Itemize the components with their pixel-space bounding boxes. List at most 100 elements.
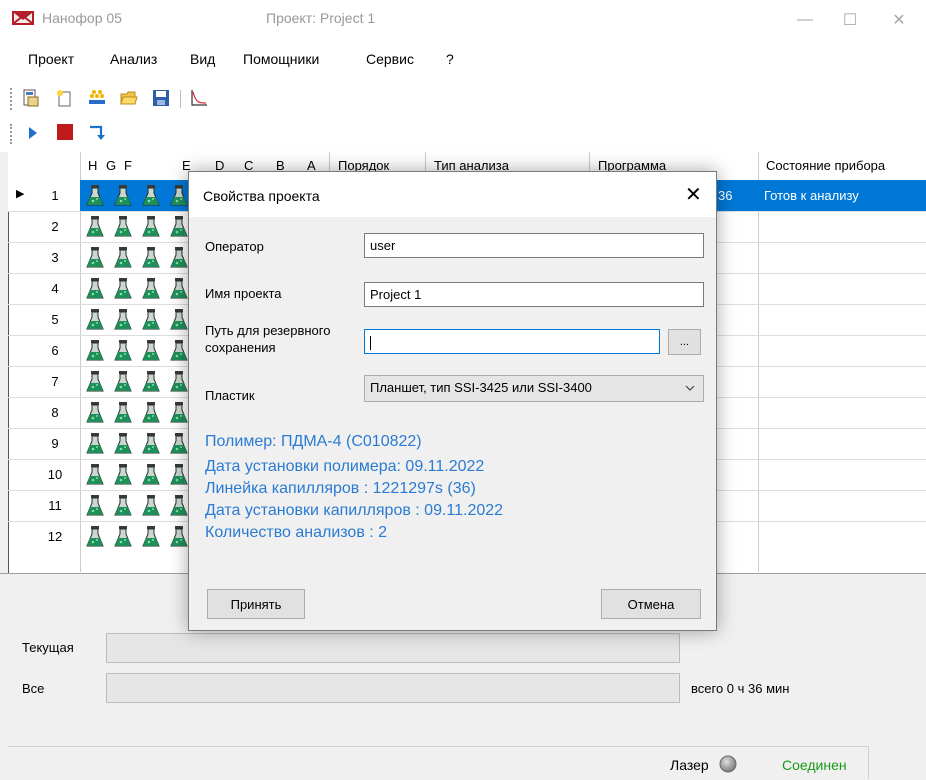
toolbar-main [0,80,926,118]
well-cell[interactable] [138,399,164,426]
toolbar-grip [10,88,14,110]
well-cell[interactable] [138,368,164,395]
maximize-button[interactable]: ☐ [827,0,873,40]
menu-view[interactable]: Вид [190,51,215,67]
well-cell[interactable] [110,430,136,457]
well-cell[interactable] [82,244,108,271]
minimize-button[interactable]: — [782,0,828,40]
backup-path-input[interactable] [364,329,660,354]
save-icon[interactable] [152,89,170,107]
plastic-select-value: Планшет, тип SSI-3425 или SSI-3400 [370,380,592,395]
accept-button[interactable]: Принять [207,589,305,619]
run-icon[interactable] [24,124,42,142]
open-folder-icon[interactable] [120,89,138,107]
well-cell[interactable] [110,306,136,333]
well-cell[interactable] [110,182,136,209]
well-cell[interactable] [82,523,108,550]
stop-icon[interactable] [56,123,74,141]
well-cell[interactable] [110,275,136,302]
menu-help[interactable]: ? [446,51,454,67]
well-cell[interactable] [110,492,136,519]
well-cell[interactable] [82,461,108,488]
app-title: Нанофор 05 [42,10,122,26]
menu-service[interactable]: Сервис [366,51,414,67]
well-cell[interactable] [110,461,136,488]
well-cell[interactable] [138,275,164,302]
menu-project[interactable]: Проект [28,51,74,67]
cancel-button[interactable]: Отмена [601,589,701,619]
col-header-status[interactable]: Состояние прибора [766,152,886,180]
plastic-select[interactable]: Планшет, тип SSI-3425 или SSI-3400 [364,375,704,402]
row-number[interactable]: 6 [40,343,70,358]
well-cell[interactable] [82,368,108,395]
row-number[interactable]: 3 [40,250,70,265]
well-cell[interactable] [110,368,136,395]
project-name-label: Имя проекта [205,286,282,301]
well-cell[interactable] [82,182,108,209]
row-number[interactable]: 7 [40,374,70,389]
row-selected-indicator: ▶ [16,188,25,200]
flask-icon [142,371,160,392]
project-name-input[interactable]: Project 1 [364,282,704,307]
plate-icon[interactable] [88,88,106,106]
menu-analysis[interactable]: Анализ [110,51,157,67]
well-cell[interactable] [138,430,164,457]
row-number[interactable]: 5 [40,312,70,327]
well-cell[interactable] [110,399,136,426]
operator-input[interactable]: user [364,233,704,258]
col-header-f[interactable]: F [124,152,132,180]
well-cell[interactable] [82,399,108,426]
well-cell[interactable] [138,492,164,519]
close-window-button[interactable]: ✕ [876,0,922,40]
well-cell[interactable] [138,306,164,333]
flask-icon [170,340,188,361]
well-cell[interactable] [110,213,136,240]
flask-icon [142,309,160,330]
row-number[interactable]: 11 [40,498,70,513]
well-cell[interactable] [138,523,164,550]
row-number[interactable]: 9 [40,436,70,451]
row-number[interactable]: 10 [40,467,70,482]
well-cell[interactable] [138,337,164,364]
flask-icon [86,402,104,423]
operator-label: Оператор [205,239,264,254]
well-cell[interactable] [82,275,108,302]
project-properties-icon[interactable] [22,89,40,107]
col-divider [758,152,759,572]
well-cell[interactable] [82,213,108,240]
row-number[interactable]: 1 [40,188,70,203]
well-cell[interactable] [110,244,136,271]
row-number[interactable]: 8 [40,405,70,420]
row-number[interactable]: 2 [40,219,70,234]
well-cell[interactable] [138,461,164,488]
well-cell[interactable] [82,337,108,364]
well-cell[interactable] [138,244,164,271]
flask-icon [170,495,188,516]
col-header-h[interactable]: H [88,152,98,180]
browse-button[interactable]: ... [668,329,701,355]
well-cell[interactable] [138,182,164,209]
row1-program-fragment: 36 [718,188,733,203]
dialog-close-button[interactable]: ✕ [685,182,702,207]
well-cell[interactable] [138,213,164,240]
flask-icon [114,216,132,237]
flask-icon [142,433,160,454]
flask-icon [142,247,160,268]
chart-icon[interactable] [190,89,208,107]
well-cell[interactable] [110,337,136,364]
new-project-icon[interactable] [56,89,74,107]
step-icon[interactable] [88,124,106,142]
col-header-g[interactable]: G [106,152,117,180]
well-cell[interactable] [82,306,108,333]
menu-assistants[interactable]: Помощники [243,51,319,67]
well-cell[interactable] [82,492,108,519]
well-cell[interactable] [110,523,136,550]
status-divider [8,746,868,747]
dialog-title: Свойства проекта [203,188,320,204]
well-cell[interactable] [82,430,108,457]
row-number[interactable]: 4 [40,281,70,296]
toolbar-run [0,118,926,152]
row-number[interactable]: 12 [40,529,70,544]
flask-icon [170,247,188,268]
flask-icon [114,371,132,392]
